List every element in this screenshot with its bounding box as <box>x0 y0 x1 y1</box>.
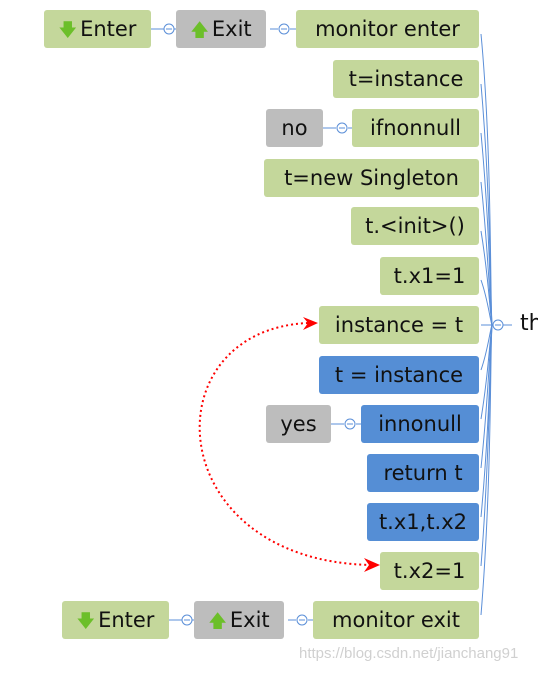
monitor-enter-node[interactable]: monitor enter <box>296 10 479 48</box>
arrowhead <box>364 558 380 572</box>
arrow-up-icon: 🡅 <box>208 611 227 632</box>
node-no[interactable]: no <box>266 109 323 147</box>
exit-node-bottom[interactable]: 🡅 Exit <box>194 601 284 639</box>
monitor-exit-node[interactable]: monitor exit <box>313 601 479 639</box>
node-innonull[interactable]: innonull <box>361 405 479 443</box>
enter-node-bottom[interactable]: 🡇 Enter <box>62 601 169 639</box>
node-t-assign[interactable]: t = instance <box>319 356 479 394</box>
node-return[interactable]: return t <box>367 454 479 492</box>
node-instance-assign[interactable]: instance = t <box>319 306 479 344</box>
node-init[interactable]: t.<init>() <box>351 207 479 245</box>
node-x2[interactable]: t.x2=1 <box>380 552 479 590</box>
arrow-up-icon: 🡅 <box>190 20 209 41</box>
node-yes[interactable]: yes <box>266 405 331 443</box>
exit-node[interactable]: 🡅 Exit <box>176 10 266 48</box>
watermark: https://blog.csdn.net/jianchang91 <box>299 645 519 662</box>
arrow-down-icon: 🡇 <box>58 20 78 41</box>
node-new-singleton[interactable]: t=new Singleton <box>264 159 479 197</box>
node-x1-x2[interactable]: t.x1,t.x2 <box>367 503 479 541</box>
arrowhead <box>303 317 318 330</box>
root-node[interactable]: th <box>520 311 538 336</box>
arrow-down-icon: 🡇 <box>76 611 96 632</box>
enter-node[interactable]: 🡇 Enter <box>44 10 151 48</box>
node-t-instance[interactable]: t=instance <box>333 60 479 98</box>
node-x1[interactable]: t.x1=1 <box>380 257 479 295</box>
node-ifnonnull[interactable]: ifnonnull <box>352 109 479 147</box>
